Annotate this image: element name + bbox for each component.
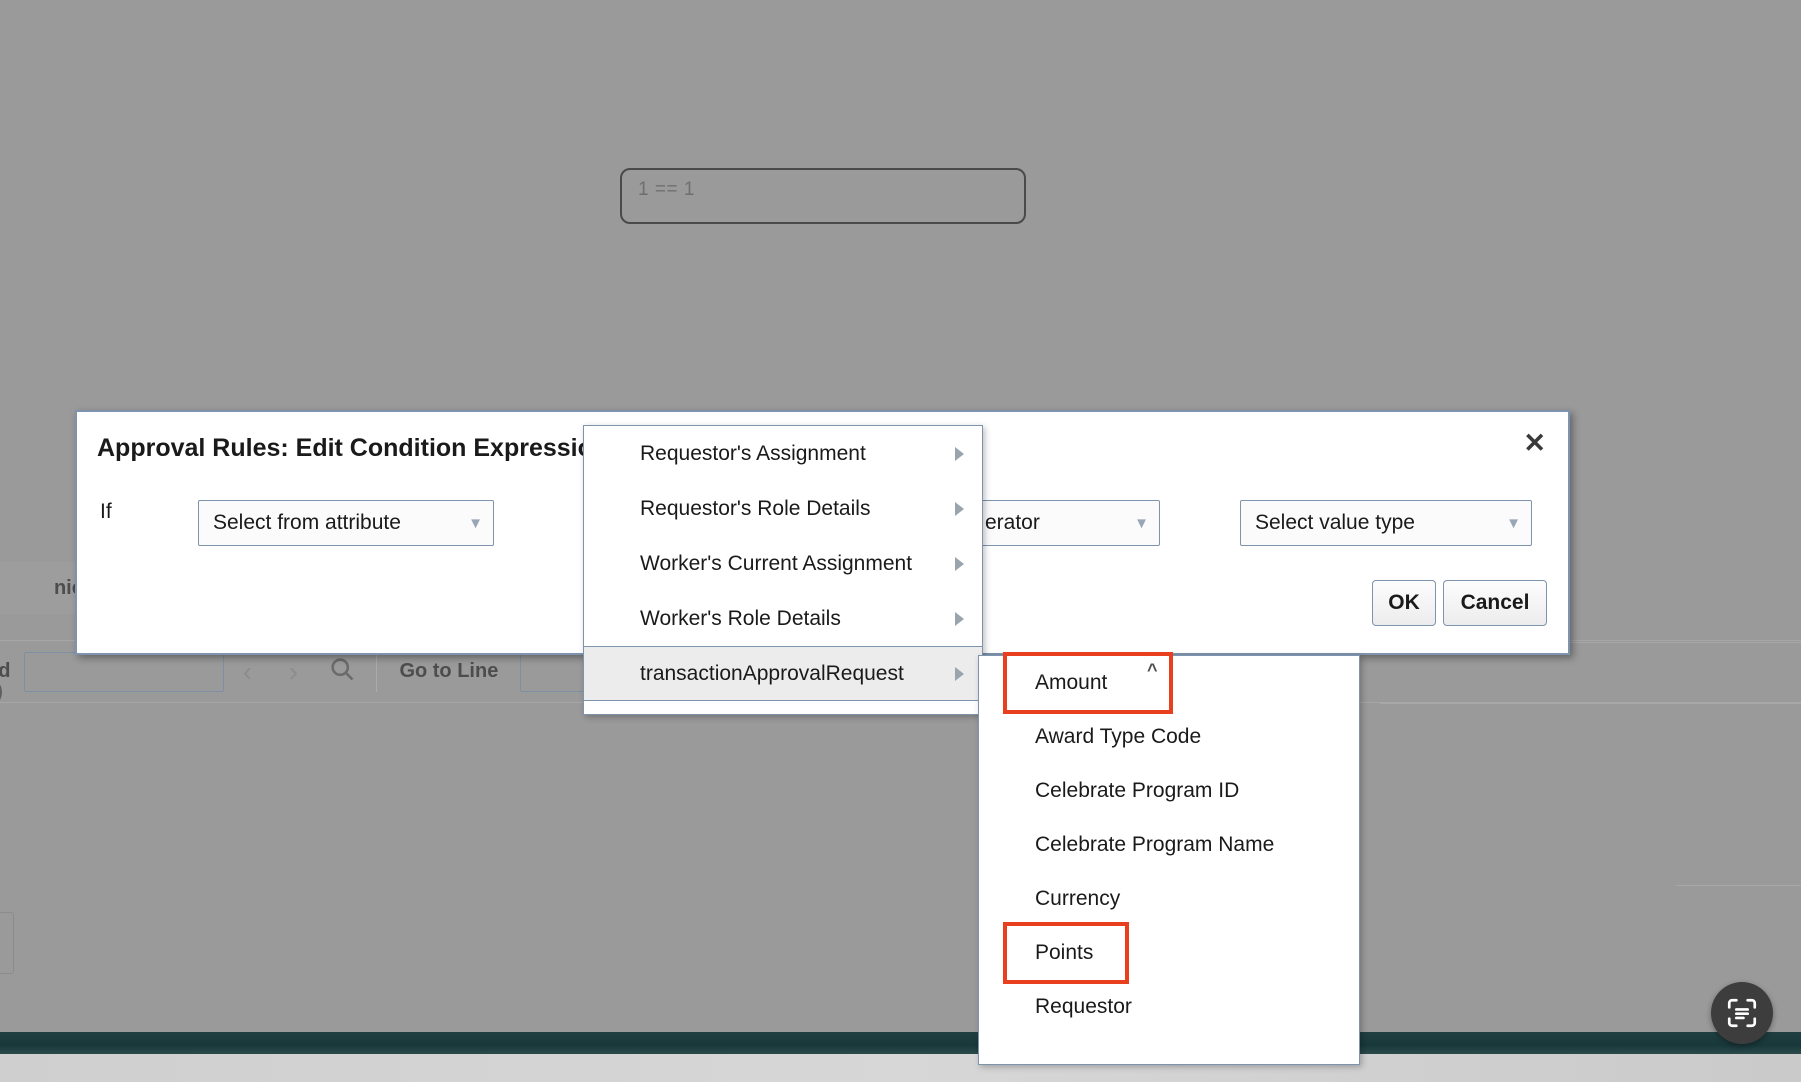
chevron-down-icon: ▼ [468, 514, 483, 532]
submenu-item-points[interactable]: Points [979, 922, 1359, 984]
submenu-item-celebrate-program-id[interactable]: Celebrate Program ID [979, 764, 1359, 818]
menu-item-transaction-approval-request[interactable]: transactionApprovalRequest [584, 646, 982, 701]
toolbar-divider [376, 651, 378, 692]
chevron-down-icon: ▼ [1134, 514, 1149, 532]
menu-item-label: transactionApprovalRequest [640, 661, 904, 685]
chevron-right-icon [955, 666, 964, 681]
if-label: If [100, 500, 112, 523]
submenu-item-label: Celebrate Program Name [1035, 833, 1275, 856]
chevron-right-icon [955, 446, 964, 461]
submenu-item-label: Amount [1035, 671, 1108, 694]
background-stray-paren: ) [0, 678, 3, 704]
menu-item-label: Worker's Role Details [640, 606, 841, 630]
background-small-box [0, 912, 14, 974]
submenu-item-currency[interactable]: Currency [979, 872, 1359, 926]
attribute-menu: Requestor's Assignment Requestor's Role … [583, 425, 983, 715]
attribute-select-value: Select from attribute [213, 511, 401, 534]
go-to-line-label[interactable]: Go to Line [385, 660, 512, 683]
submenu-item-award-type-code[interactable]: Award Type Code [979, 710, 1359, 764]
submenu-item-label: Award Type Code [1035, 725, 1202, 748]
submenu-item-label: Celebrate Program ID [1035, 779, 1240, 802]
chevron-down-icon: ▼ [1506, 514, 1521, 532]
menu-item-workers-current-assignment[interactable]: Worker's Current Assignment [584, 536, 982, 591]
submenu-item-label: Currency [1035, 887, 1121, 910]
close-icon[interactable]: ✕ [1523, 430, 1546, 457]
document-scan-icon[interactable] [1711, 982, 1773, 1044]
cancel-button[interactable]: Cancel [1443, 580, 1547, 626]
submenu-item-celebrate-program-name[interactable]: Celebrate Program Name [979, 818, 1359, 872]
operator-select[interactable]: erator ▼ [970, 500, 1160, 546]
menu-item-label: Requestor's Role Details [640, 496, 871, 520]
chevron-right-icon [955, 611, 964, 626]
submenu-item-amount[interactable]: Amount [979, 652, 1359, 714]
find-previous-icon[interactable]: ‹ [224, 656, 270, 688]
menu-item-requestors-assignment[interactable]: Requestor's Assignment [584, 426, 982, 481]
condition-expression-text: 1 == 1 [638, 179, 695, 200]
background-divider-2 [1380, 703, 1801, 704]
background-divider-3 [1676, 885, 1801, 886]
chevron-right-icon [955, 501, 964, 516]
background-divider-1 [1560, 642, 1801, 643]
chevron-right-icon [955, 556, 964, 571]
transaction-approval-request-submenu: ^ Amount Award Type Code Celebrate Progr… [978, 652, 1360, 1065]
submenu-item-label: Requestor [1035, 995, 1132, 1018]
bottom-status-bar [0, 1032, 1801, 1054]
value-type-select-value: Select value type [1255, 511, 1415, 534]
value-type-select[interactable]: Select value type ▼ [1240, 500, 1532, 546]
menu-item-label: Worker's Current Assignment [640, 551, 913, 575]
condition-expression-box[interactable]: 1 == 1 [620, 168, 1026, 224]
attribute-select[interactable]: Select from attribute ▼ [198, 500, 494, 546]
ok-button[interactable]: OK [1372, 580, 1436, 626]
menu-item-workers-role-details[interactable]: Worker's Role Details [584, 591, 982, 646]
bottom-taskbar [0, 1054, 1801, 1082]
screen-root: 1 == 1 nics nd ‹ › Go to Line ) Appr [0, 0, 1801, 1082]
find-next-icon[interactable]: › [270, 656, 316, 688]
search-icon[interactable] [316, 655, 368, 688]
page-title: Approval Rules: Edit Condition Expressio… [97, 434, 609, 462]
submenu-item-requestor[interactable]: Requestor [979, 980, 1359, 1034]
find-input[interactable] [24, 651, 225, 692]
submenu-item-label: Points [1035, 941, 1094, 964]
menu-item-requestors-role-details[interactable]: Requestor's Role Details [584, 481, 982, 536]
operator-select-value: erator [985, 511, 1040, 534]
menu-item-label: Requestor's Assignment [640, 441, 866, 465]
